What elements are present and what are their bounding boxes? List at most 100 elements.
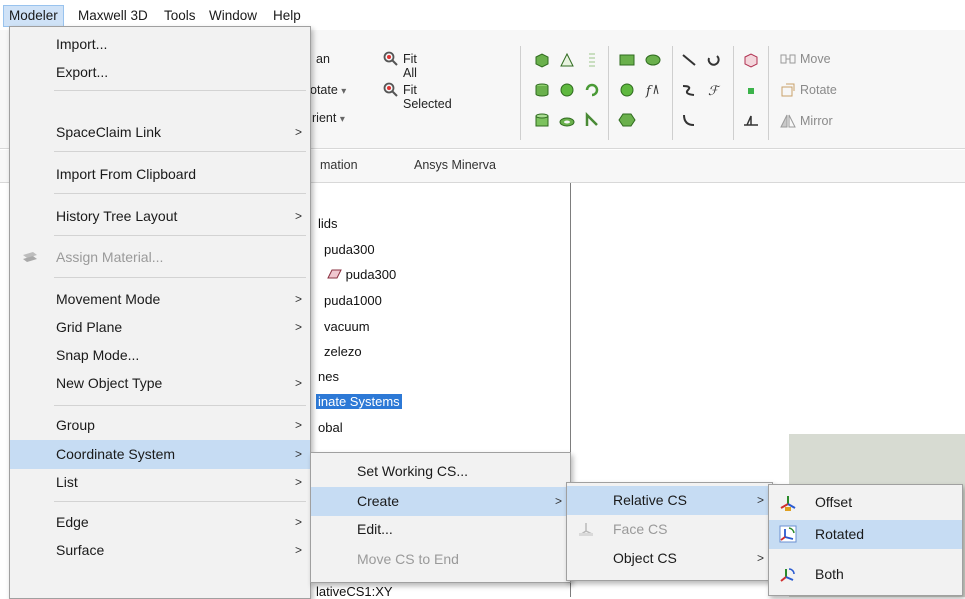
tree-item-solids[interactable]: lids xyxy=(318,216,338,231)
menu-item-both[interactable]: Both xyxy=(769,560,962,589)
tree-item-with-icon[interactable]: puda300 xyxy=(326,267,396,282)
menu-item-object-cs[interactable]: Object CS > xyxy=(567,544,772,573)
box-icon[interactable] xyxy=(534,52,550,68)
zoom-selected-icon xyxy=(383,82,398,97)
create-cs-submenu: Relative CS > Face CS Object CS > xyxy=(566,482,773,581)
orient-button[interactable]: rient ▾ xyxy=(312,111,345,125)
mirror-label: Mirror xyxy=(800,114,833,128)
both-cs-icon xyxy=(780,568,795,582)
equation-surface-icon[interactable]: f xyxy=(644,82,662,98)
modeler-menu: Import... Export... SpaceClaim Link > Imp… xyxy=(9,26,311,599)
menu-item-export[interactable]: Export... xyxy=(10,58,310,87)
menu-separator xyxy=(54,405,306,406)
menu-item-create[interactable]: Create > xyxy=(311,487,570,516)
menu-item-coordinate-system[interactable]: Coordinate System > xyxy=(10,440,310,469)
menu-window[interactable]: Window xyxy=(204,6,262,26)
offset-cs-icon xyxy=(780,496,796,511)
menu-separator xyxy=(54,151,306,152)
torus-icon[interactable] xyxy=(559,114,575,130)
line-icon[interactable] xyxy=(680,52,698,68)
move-icon xyxy=(780,54,796,64)
ribbon-separator xyxy=(608,46,609,140)
rotate-view-button[interactable]: otate ▾ xyxy=(310,83,346,97)
helix-icon[interactable] xyxy=(584,52,600,68)
menu-separator xyxy=(54,501,306,502)
face-cs-icon xyxy=(579,523,593,536)
menu-item-movement-mode[interactable]: Movement Mode > xyxy=(10,285,310,314)
ribbon-separator xyxy=(520,46,521,140)
menu-item-move-cs-to-end: Move CS to End xyxy=(357,551,459,567)
cone-icon[interactable] xyxy=(559,52,575,68)
tree-item[interactable]: puda1000 xyxy=(324,293,382,308)
assign-material-icon xyxy=(23,252,37,262)
menu-tools[interactable]: Tools xyxy=(159,6,201,26)
menu-separator xyxy=(54,277,306,278)
solid-object-icon xyxy=(327,269,342,279)
tab-automation[interactable]: mation xyxy=(320,158,358,172)
regular-polygon-icon[interactable] xyxy=(618,112,636,128)
menu-item-group[interactable]: Group > xyxy=(10,411,310,440)
menu-item-surface[interactable]: Surface > xyxy=(10,536,310,565)
menu-item-grid-plane[interactable]: Grid Plane > xyxy=(10,313,310,342)
menu-item-edit-cs[interactable]: Edit... xyxy=(311,515,570,544)
sphere-icon[interactable] xyxy=(559,82,575,98)
ribbon-separator xyxy=(733,46,734,140)
menu-item-edge[interactable]: Edge > xyxy=(10,508,310,537)
user-defined-primitive-icon[interactable] xyxy=(742,52,760,68)
spiral-icon[interactable] xyxy=(584,82,600,98)
zoom-fit-icon xyxy=(383,51,398,66)
menu-separator xyxy=(54,90,306,91)
menu-separator xyxy=(54,193,306,194)
rotate-label: Rotate xyxy=(800,83,837,97)
menu-item-import[interactable]: Import... xyxy=(10,30,310,59)
cylinder-icon[interactable] xyxy=(534,82,550,98)
menu-item-snap-mode[interactable]: Snap Mode... xyxy=(10,341,310,370)
fit-selected-label: Fit Selected xyxy=(403,83,452,111)
plane-icon[interactable] xyxy=(742,112,760,128)
menu-separator xyxy=(54,235,306,236)
menu-item-set-working-cs[interactable]: Set Working CS... xyxy=(311,457,570,486)
rotated-cs-icon xyxy=(779,525,797,543)
tree-item-label: puda300 xyxy=(345,267,397,282)
circle-icon[interactable] xyxy=(618,82,636,98)
arc-icon[interactable] xyxy=(705,52,723,68)
menu-item-new-object-type[interactable]: New Object Type > xyxy=(10,369,310,398)
tree-item[interactable]: zelezo xyxy=(324,344,362,359)
spline-icon[interactable] xyxy=(680,82,698,98)
tree-item[interactable]: vacuum xyxy=(324,319,370,334)
tab-ansys-minerva[interactable]: Ansys Minerva xyxy=(414,158,496,172)
point-icon[interactable] xyxy=(744,84,758,98)
ribbon-separator xyxy=(672,46,673,140)
ribbon-separator xyxy=(768,46,769,140)
fit-all-label: Fit All xyxy=(403,52,417,80)
rectangle-icon[interactable] xyxy=(618,52,636,68)
bondwire-icon[interactable] xyxy=(584,112,600,128)
menu-item-spaceclaim-link[interactable]: SpaceClaim Link > xyxy=(10,118,310,147)
relative-cs-submenu: Offset Rotated Both xyxy=(768,484,963,596)
rotate-icon xyxy=(781,83,795,97)
menu-item-list[interactable]: List > xyxy=(10,468,310,497)
svg-text:f: f xyxy=(645,84,653,98)
polyhedron-icon[interactable] xyxy=(534,112,550,128)
menu-maxwell-3d[interactable]: Maxwell 3D xyxy=(73,6,153,26)
menu-modeler[interactable]: Modeler xyxy=(3,5,64,27)
menu-item-relative-cs[interactable]: Relative CS > xyxy=(567,486,772,515)
menu-item-history-tree-layout[interactable]: History Tree Layout > xyxy=(10,202,310,231)
equation-curve-icon[interactable]: ℱ xyxy=(705,82,723,98)
move-label: Move xyxy=(800,52,831,66)
ellipse-icon[interactable] xyxy=(644,52,662,68)
svg-text:ℱ: ℱ xyxy=(708,84,721,98)
menu-help[interactable]: Help xyxy=(268,6,306,26)
menu-item-import-from-clipboard[interactable]: Import From Clipboard xyxy=(10,160,310,189)
tree-item-global[interactable]: obal xyxy=(318,420,343,435)
pan-button[interactable]: an xyxy=(316,52,330,66)
tree-item-planes[interactable]: nes xyxy=(318,369,339,384)
mirror-icon xyxy=(780,114,796,128)
menu-item-rotated[interactable]: Rotated xyxy=(769,520,962,549)
menu-item-offset[interactable]: Offset xyxy=(769,488,962,517)
tree-item-coordinate-systems[interactable]: inate Systems xyxy=(316,394,402,409)
menu-item-assign-material: Assign Material... xyxy=(10,243,310,272)
center-arc-icon[interactable] xyxy=(680,112,698,128)
tree-item[interactable]: puda300 xyxy=(324,242,375,257)
coordinate-system-submenu: Set Working CS... Create > Edit... Move C… xyxy=(310,452,571,583)
